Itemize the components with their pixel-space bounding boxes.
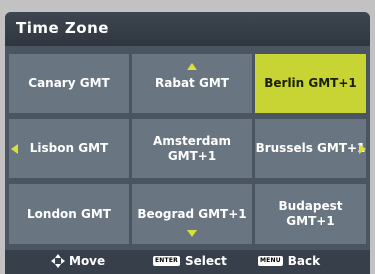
move-label: Move — [69, 254, 106, 268]
enter-key-badge: ENTER — [153, 256, 180, 266]
tv-bezel: Time Zone Canary GMT Rabat GMT Berlin GM… — [0, 0, 375, 274]
arrow-left-icon[interactable] — [11, 144, 18, 154]
select-hint: ENTER Select — [153, 254, 227, 268]
zone-label: Rabat GMT — [155, 76, 229, 90]
dpad-icon — [51, 254, 65, 268]
zone-label: Beograd GMT+1 — [137, 206, 247, 221]
zone-brussels[interactable]: Brussels GMT+1 — [255, 119, 366, 178]
zone-label: Budapest GMT+1 — [278, 199, 343, 228]
zone-label: Brussels GMT+1 — [255, 141, 366, 155]
back-hint: MENU Back — [258, 254, 320, 268]
arrow-up-icon[interactable] — [187, 63, 197, 70]
zone-label: Berlin GMT+1 — [264, 76, 357, 90]
zone-budapest[interactable]: Budapest GMT+1 — [255, 184, 366, 244]
zone-label: Amsterdam GMT+1 — [153, 133, 231, 163]
zone-berlin[interactable]: Berlin GMT+1 — [255, 54, 366, 113]
select-label: Select — [184, 254, 227, 268]
zone-canary[interactable]: Canary GMT — [9, 54, 129, 113]
key-hint-bar: Move ENTER Select MENU Back — [5, 250, 370, 274]
time-zone-menu: Time Zone Canary GMT Rabat GMT Berlin GM… — [5, 12, 370, 274]
zone-amsterdam[interactable]: Amsterdam GMT+1 — [132, 119, 252, 178]
zone-label: Canary GMT — [28, 76, 110, 90]
zone-lisbon[interactable]: Lisbon GMT — [9, 119, 129, 178]
zone-london[interactable]: London GMT — [9, 184, 129, 244]
menu-title: Time Zone — [16, 19, 109, 37]
move-hint: Move — [51, 254, 105, 268]
title-bar: Time Zone — [5, 12, 370, 46]
time-zone-grid: Canary GMT Rabat GMT Berlin GMT+1 Lisbon… — [5, 54, 370, 246]
arrow-down-icon[interactable] — [187, 230, 197, 237]
arrow-right-icon[interactable] — [359, 144, 366, 154]
zone-label: London GMT — [27, 206, 111, 221]
zone-label: Lisbon GMT — [29, 141, 109, 155]
menu-key-badge: MENU — [258, 256, 283, 266]
back-label: Back — [287, 254, 321, 268]
